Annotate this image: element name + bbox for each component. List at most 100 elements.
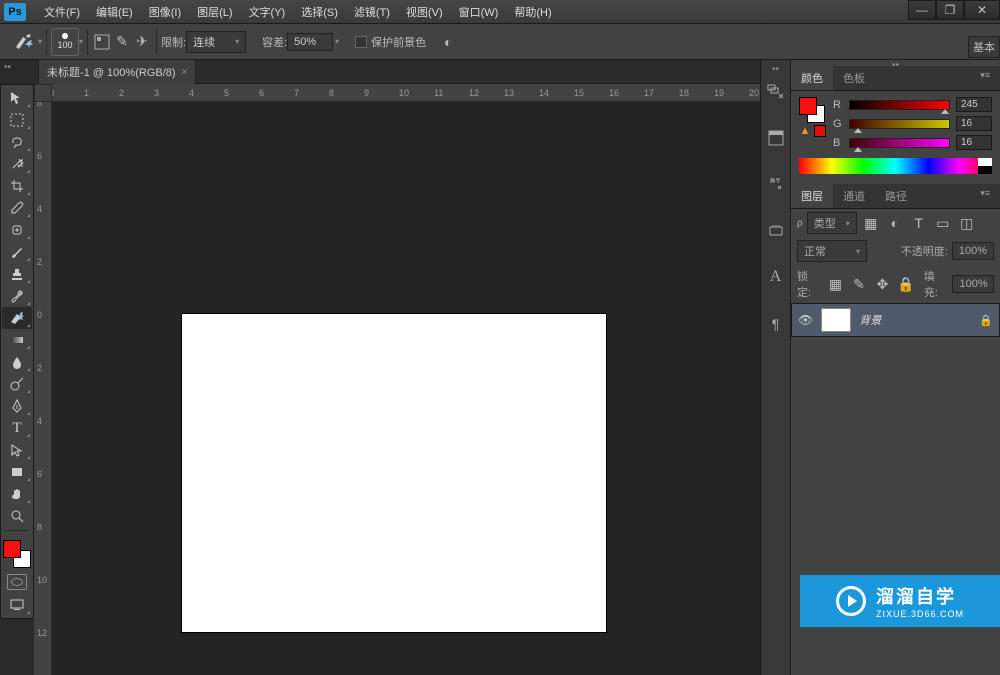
ruler-vertical[interactable]: 8642024681012: [34, 102, 52, 675]
menu-help[interactable]: 帮助(H): [506, 1, 559, 23]
document-tab[interactable]: 未标题-1 @ 100%(RGB/8) ×: [38, 59, 196, 84]
window-minimize-button[interactable]: —: [908, 0, 936, 20]
filter-smart-icon[interactable]: ◫: [957, 213, 977, 233]
layer-visibility-icon[interactable]: 👁: [798, 313, 813, 327]
quickmask-button[interactable]: [7, 574, 27, 590]
canvas-viewport[interactable]: [52, 102, 790, 675]
type-tool[interactable]: T: [2, 417, 32, 439]
wand-tool[interactable]: [2, 153, 32, 175]
g-value[interactable]: 16: [956, 116, 992, 131]
paragraph-panel-icon[interactable]: ¶: [772, 316, 780, 332]
panel-swatches[interactable]: [799, 97, 825, 123]
g-slider[interactable]: [849, 119, 950, 129]
lock-paint-icon[interactable]: ✎: [849, 274, 869, 294]
airbrush-icon[interactable]: ✈: [132, 32, 152, 52]
layer-name[interactable]: 背景: [859, 312, 971, 328]
b-slider[interactable]: [849, 138, 950, 148]
tab-color[interactable]: 颜色: [791, 66, 833, 90]
blendmode-select[interactable]: 正常▾: [797, 240, 867, 262]
layer-row-background[interactable]: 👁 背景 🔒: [791, 303, 1000, 337]
close-tab-icon[interactable]: ×: [182, 67, 188, 78]
fill-input[interactable]: 100%: [952, 275, 994, 293]
b-label: B: [833, 137, 843, 149]
shape-tool[interactable]: [2, 461, 32, 483]
protect-fg-checkbox[interactable]: [355, 36, 367, 48]
color-panel-menu-icon[interactable]: ▾≡: [970, 66, 1000, 90]
filter-shape-icon[interactable]: ▭: [933, 213, 953, 233]
zoom-tool[interactable]: [2, 505, 32, 527]
opacity-input[interactable]: 100%: [952, 242, 994, 260]
collapsed-grip-icon[interactable]: ••: [772, 64, 779, 75]
tolerance-input[interactable]: 50%: [287, 33, 333, 51]
filter-pixel-icon[interactable]: ▦: [861, 213, 881, 233]
lock-trans-icon[interactable]: ▦: [826, 274, 846, 294]
limit-select[interactable]: 连续▾: [186, 31, 246, 53]
eyedropper-tool[interactable]: [2, 197, 32, 219]
toolbox-collapse-icon[interactable]: ••: [4, 62, 11, 73]
menu-select[interactable]: 选择(S): [293, 1, 346, 23]
window-close-button[interactable]: ✕: [964, 0, 1000, 20]
menu-layer[interactable]: 图层(L): [189, 1, 240, 23]
menu-type[interactable]: 文字(Y): [241, 1, 294, 23]
ruler-horizontal[interactable]: 01234567891011121314151617181920: [52, 84, 790, 102]
eraser-tool[interactable]: [2, 307, 32, 329]
brush-tool[interactable]: [2, 241, 32, 263]
brush-presets-icon[interactable]: [768, 222, 784, 238]
lock-move-icon[interactable]: ✥: [873, 274, 893, 294]
tab-paths[interactable]: 路径: [875, 184, 917, 208]
layer-filter-select[interactable]: 类型▾: [807, 212, 857, 234]
menu-bar: Ps 文件(F) 编辑(E) 图像(I) 图层(L) 文字(Y) 选择(S) 滤…: [0, 0, 1000, 24]
dodge-tool[interactable]: [2, 373, 32, 395]
gamut-warning-icon[interactable]: ▲: [800, 125, 811, 137]
watermark-banner: 溜溜自学 ZIXUE.3D66.COM: [800, 575, 1000, 627]
layer-thumbnail[interactable]: [821, 308, 851, 332]
tab-layers[interactable]: 图层: [791, 184, 833, 208]
crop-tool[interactable]: [2, 175, 32, 197]
b-value[interactable]: 16: [956, 135, 992, 150]
r-slider[interactable]: [849, 100, 950, 110]
menu-filter[interactable]: 滤镜(T): [346, 1, 398, 23]
pen-tool[interactable]: [2, 395, 32, 417]
spectrum-ramp[interactable]: [799, 158, 992, 174]
gamut-swatch[interactable]: [814, 125, 826, 137]
ruler-origin[interactable]: [34, 84, 52, 102]
window-maximize-button[interactable]: ❐: [936, 0, 964, 20]
menu-view[interactable]: 视图(V): [398, 1, 451, 23]
menu-image[interactable]: 图像(I): [141, 1, 189, 23]
tab-swatches[interactable]: 色板: [833, 66, 875, 90]
menu-window[interactable]: 窗口(W): [451, 1, 507, 23]
healing-tool[interactable]: [2, 219, 32, 241]
stamp-tool[interactable]: [2, 263, 32, 285]
type-panel-icon[interactable]: A: [770, 268, 782, 286]
gradient-tool[interactable]: [2, 329, 32, 351]
character-panel-icon[interactable]: [768, 176, 784, 192]
window-controls: — ❐ ✕: [908, 0, 1000, 20]
blur-tool[interactable]: [2, 351, 32, 373]
tab-channels[interactable]: 通道: [833, 184, 875, 208]
layers-panel-menu-icon[interactable]: ▾≡: [970, 184, 1000, 208]
foreground-swatch[interactable]: [3, 540, 21, 558]
filter-type-icon[interactable]: T: [909, 213, 929, 233]
menu-edit[interactable]: 编辑(E): [88, 1, 141, 23]
lock-all-icon[interactable]: 🔒: [896, 274, 916, 294]
brush-settings-icon[interactable]: ✎: [112, 32, 132, 52]
hand-tool[interactable]: [2, 483, 32, 505]
brush-preset-picker[interactable]: 100: [51, 28, 79, 56]
canvas[interactable]: [182, 314, 606, 632]
lasso-tool[interactable]: [2, 131, 32, 153]
color-swatches[interactable]: [3, 540, 31, 568]
brush-panel-icon[interactable]: [92, 32, 112, 52]
current-tool-icon[interactable]: [12, 30, 36, 54]
workspace-basic-tag[interactable]: 基本: [968, 36, 1000, 58]
r-value[interactable]: 245: [956, 97, 992, 112]
filter-adjust-icon[interactable]: ◐: [885, 213, 905, 233]
path-select-tool[interactable]: [2, 439, 32, 461]
properties-panel-icon[interactable]: [768, 130, 784, 146]
history-panel-icon[interactable]: [767, 84, 785, 100]
screenmode-button[interactable]: [2, 594, 32, 616]
menu-file[interactable]: 文件(F): [36, 1, 88, 23]
marquee-tool[interactable]: [2, 109, 32, 131]
move-tool[interactable]: [2, 87, 32, 109]
pressure-icon[interactable]: ◐: [438, 32, 458, 52]
history-brush-tool[interactable]: [2, 285, 32, 307]
